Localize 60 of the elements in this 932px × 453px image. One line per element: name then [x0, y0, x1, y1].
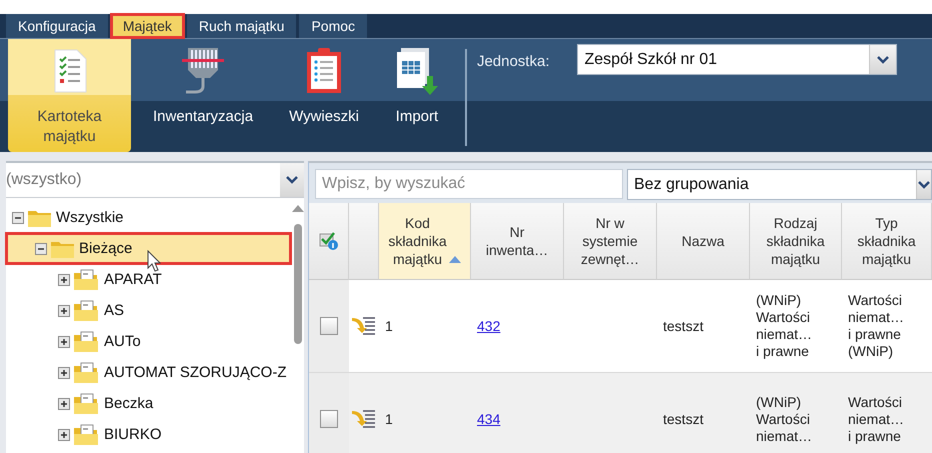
select-info-icon[interactable]	[318, 231, 338, 251]
column-header[interactable]: Nazwa	[657, 203, 750, 280]
column-header[interactable]: Nr inwenta…	[471, 203, 564, 280]
folder-document-icon	[73, 424, 101, 446]
unit-select[interactable]: Zespół Szkół nr 01	[577, 44, 898, 75]
inventory-link[interactable]: 434	[477, 410, 500, 428]
unit-label: Jednostka:	[476, 53, 550, 70]
table-cell: 1	[379, 373, 471, 453]
expand-icon[interactable]	[58, 304, 70, 316]
collapse-icon[interactable]	[12, 212, 24, 224]
folder-document-icon	[73, 392, 101, 414]
expand-icon[interactable]	[58, 336, 70, 348]
scroll-up-icon[interactable]	[292, 204, 304, 212]
filter-select[interactable]: (wszystko)	[6, 163, 304, 198]
inventory-link[interactable]: 432	[477, 318, 500, 334]
tree-item[interactable]: AUTo	[6, 326, 291, 357]
sort-ascending-icon	[448, 256, 461, 263]
tree-item[interactable]: BIURKO	[6, 419, 291, 450]
menu-tab[interactable]: Pomoc	[299, 14, 368, 38]
ribbon-button[interactable]: Wywieszki	[275, 39, 373, 152]
menu-tab[interactable]: Ruch majątku	[186, 14, 296, 38]
menu-tab[interactable]: Majątek	[110, 14, 184, 38]
folder-document-icon	[73, 268, 101, 290]
ribbon-button[interactable]: Inwentaryzacja	[139, 39, 268, 152]
checklist-icon	[52, 49, 86, 93]
tree-item[interactable]: Bieżące	[6, 233, 291, 264]
expand-icon[interactable]	[58, 428, 70, 440]
column-header[interactable]: Kod składnika majątku	[379, 203, 471, 280]
row-action-icon[interactable]	[351, 316, 377, 336]
tree-item[interactable]: Beczka	[6, 388, 291, 419]
column-header[interactable]: Rodzaj składnika majątku	[750, 203, 842, 280]
folder-document-icon	[73, 362, 101, 384]
barcode-scanner-icon	[180, 46, 226, 96]
expand-icon[interactable]	[58, 274, 70, 286]
tree-item[interactable]: APARAT	[6, 264, 291, 295]
tree-item[interactable]: Wszystkie	[6, 202, 291, 233]
checkbox[interactable]	[320, 410, 338, 428]
folder-document-icon	[73, 330, 101, 352]
menu-tab[interactable]: Konfiguracja	[6, 14, 108, 38]
folder-document-icon	[73, 300, 101, 322]
grouping-select[interactable]: Bez grupowania	[627, 169, 932, 200]
scrollbar-thumb[interactable]	[294, 224, 302, 344]
ribbon-button[interactable]: Import	[380, 39, 453, 152]
table-cell: testszt	[657, 373, 750, 453]
expand-icon[interactable]	[58, 366, 70, 378]
collapse-icon[interactable]	[35, 242, 47, 254]
tree-item[interactable]: AUTOMAT SZORUJĄCO-Z	[6, 357, 291, 388]
spreadsheet-import-icon	[394, 46, 439, 96]
checkbox[interactable]	[320, 317, 338, 335]
column-header[interactable]: Nr w systemie zewnęt…	[564, 203, 657, 280]
search-field[interactable]: Wpisz, by wyszukać	[315, 169, 623, 199]
table-cell: (WNiP) Wartości niemat…	[750, 373, 842, 453]
cursor-icon	[147, 250, 161, 272]
column-header[interactable]: Typ składnika majątku	[842, 203, 932, 280]
ribbon-button[interactable]: Kartoteka majątku	[8, 39, 131, 152]
expand-icon[interactable]	[58, 398, 70, 410]
tree-item[interactable]: AS	[6, 295, 291, 326]
table-cell: Wartości niemat… i prawne	[842, 373, 932, 453]
clipboard-icon	[305, 47, 343, 95]
row-action-icon[interactable]	[351, 409, 377, 429]
